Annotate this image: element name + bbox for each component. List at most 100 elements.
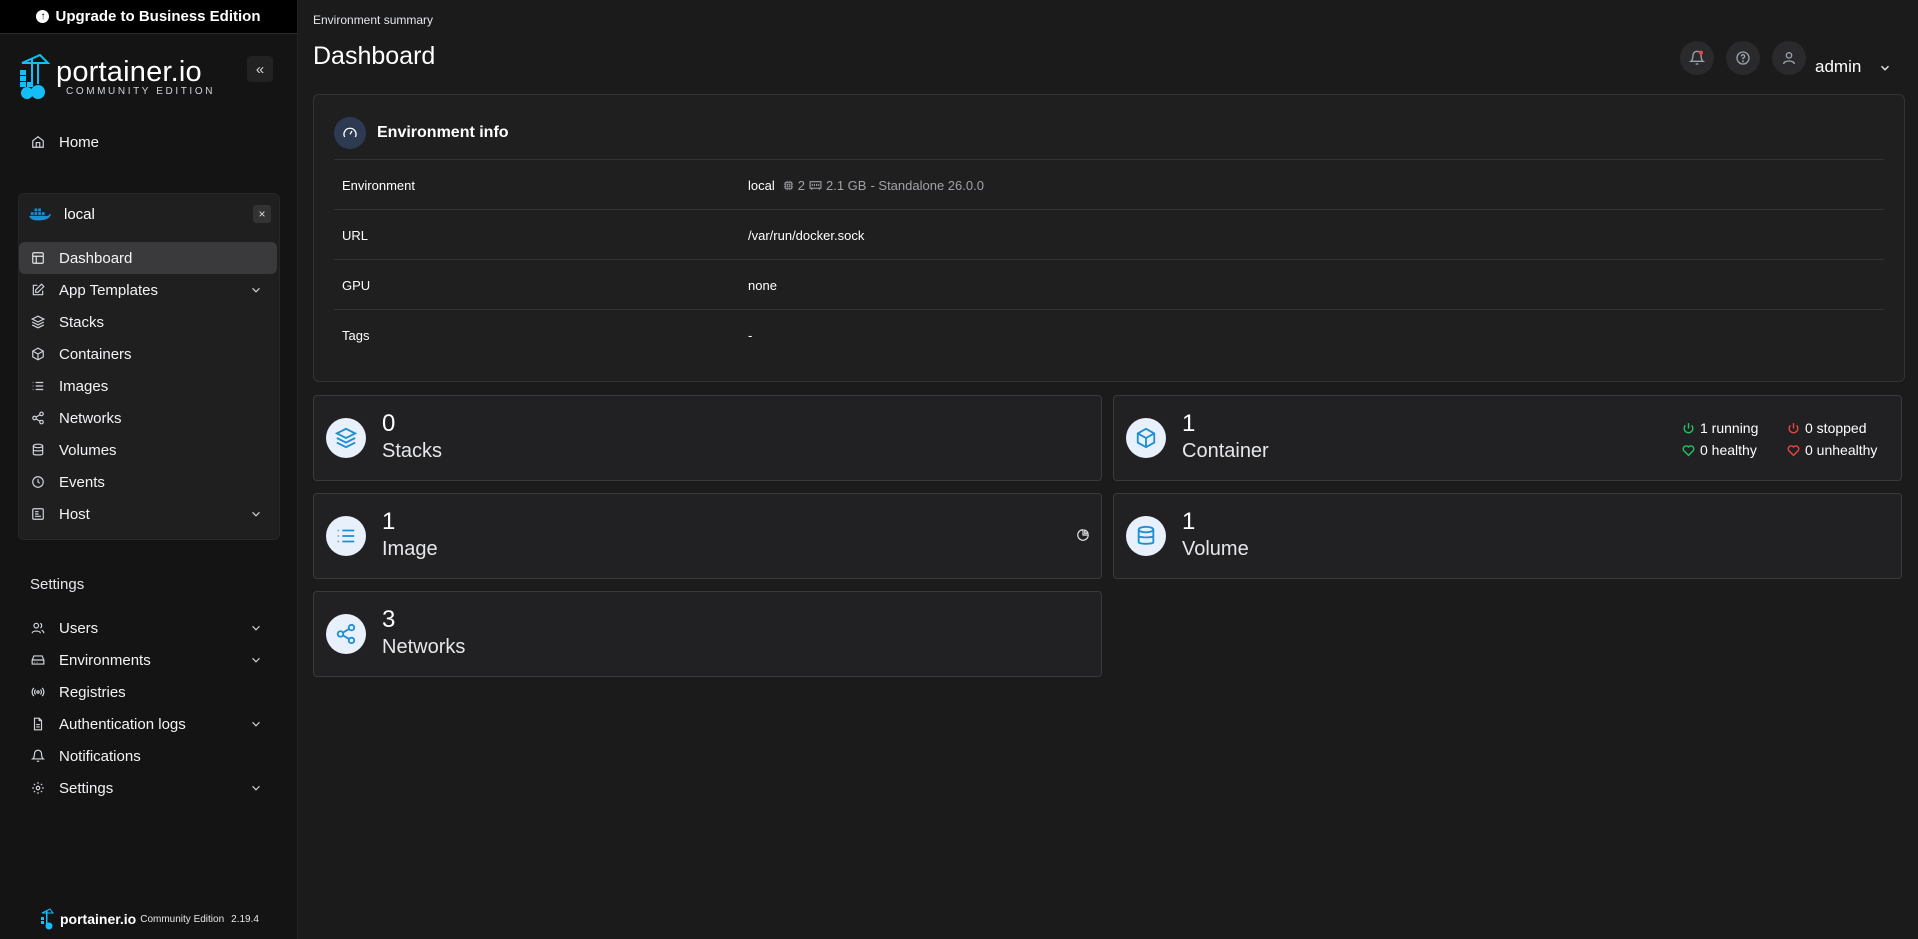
sidebar-item-label: Volumes [59,441,117,459]
sidebar-item-dashboard[interactable]: Dashboard [19,242,277,274]
sidebar-item-label: Authentication logs [59,715,186,733]
sidebar-item-users[interactable]: Users [19,612,277,644]
bell-icon [1689,50,1705,65]
sidebar-item-images[interactable]: Images [19,370,277,402]
images-card[interactable]: 1 Image [313,493,1102,579]
chevrons-left-icon: « [255,60,265,78]
users-icon [29,619,47,637]
sidebar-item-stacks[interactable]: Stacks [19,306,277,338]
user-icon [1783,52,1795,65]
sidebar-item-label: Settings [59,779,114,797]
sidebar-item-events[interactable]: Events [19,466,277,498]
card-label: Networks [382,636,466,658]
sidebar: ↑ Upgrade to Business Edition portainer.… [0,0,298,939]
volumes-card[interactable]: 1 Volume [1113,493,1902,579]
heart-icon [1787,444,1800,456]
brand-edition: COMMUNITY EDITION [66,86,216,97]
database-icon [1126,516,1166,556]
chevron-down-icon [1881,65,1890,71]
chevron-down-icon [252,511,260,517]
containers-card[interactable]: 1 Container 1 running 0 stopped 0 health… [1113,395,1902,481]
help-button[interactable] [1726,41,1760,75]
sidebar-item-label: Registries [59,683,126,701]
collapse-sidebar-button[interactable]: « [247,56,273,82]
notifications-button[interactable] [1680,41,1714,75]
portainer-logo-icon [41,908,54,930]
environment-header: local × [19,194,279,234]
card-label: Volume [1182,538,1249,560]
footer-edition: Community Edition [140,913,225,925]
sidebar-item-label: Networks [59,409,122,427]
networks-card[interactable]: 3 Networks [313,591,1102,677]
running-count: 1 running [1700,420,1759,436]
edit-icon [29,281,47,299]
stopped-status: 0 stopped [1787,420,1867,436]
card-count: 3 [382,606,396,633]
gauge-icon [334,117,366,149]
sidebar-item-volumes[interactable]: Volumes [19,434,277,466]
power-icon [1788,422,1799,433]
settings-heading: Settings [30,576,85,593]
power-icon [1683,422,1694,433]
healthy-count: 0 healthy [1700,442,1757,458]
sidebar-item-settings[interactable]: Settings [19,772,277,804]
cpu-count: 2 [797,178,805,193]
stacks-card[interactable]: 0 Stacks [313,395,1102,481]
info-key: Environment [342,178,415,193]
footer-brand: portainer.io [60,911,137,927]
environment-type: - Standalone 26.0.0 [870,178,984,193]
avatar[interactable] [1772,41,1806,75]
sidebar-item-label: Stacks [59,313,105,331]
brand-logo[interactable]: portainer.io COMMUNITY EDITION « [16,52,281,104]
healthy-status: 0 healthy [1682,442,1757,458]
chevron-down-icon [252,721,260,727]
user-menu[interactable]: admin [1815,57,1892,77]
card-count: 1 [1182,508,1196,535]
dashboard-icon [29,249,47,267]
layers-icon [29,313,47,331]
sidebar-item-authentication-logs[interactable]: Authentication logs [19,708,277,740]
sidebar-item-label: Notifications [59,747,141,765]
box-icon [29,345,47,363]
info-value: local 2 2.1 GB - Standalone 26.0.0 [748,178,984,193]
pie-chart-icon [1077,529,1089,541]
sidebar-item-label: Host [59,505,90,523]
sidebar-item-host[interactable]: Host [19,498,277,530]
info-key: Tags [342,328,370,343]
close-environment-button[interactable]: × [253,205,271,223]
footer-version: 2.19.4 [231,913,259,925]
help-circle-icon [1736,51,1750,65]
card-label: Stacks [382,440,443,462]
memory-icon [809,181,822,190]
host-icon [29,505,47,523]
info-row-tags: Tags - [334,309,1884,360]
card-count: 0 [382,410,396,437]
brand-name: portainer.io [56,56,202,88]
breadcrumb[interactable]: Environment summary [313,13,433,27]
info-row-gpu: GPU none [334,259,1884,310]
sidebar-item-label: Environments [59,651,151,669]
info-value: none [748,278,777,293]
sidebar-item-notifications[interactable]: Notifications [19,740,277,772]
sidebar-item-networks[interactable]: Networks [19,402,277,434]
info-key: GPU [342,278,371,293]
list-icon [29,377,47,395]
sidebar-item-label: Users [59,619,99,637]
close-icon: × [258,207,266,221]
bell-icon [29,747,47,765]
chevron-down-icon [252,657,260,663]
sidebar-item-app-templates[interactable]: App Templates [19,274,277,306]
list-icon [326,516,366,556]
card-label: Image [382,538,438,560]
sidebar-item-registries[interactable]: Registries [19,676,277,708]
info-row-url: URL /var/run/docker.sock [334,209,1884,260]
layers-icon [326,418,366,458]
sidebar-item-home[interactable]: Home [19,126,277,158]
docker-icon [29,208,51,221]
sidebar-item-environments[interactable]: Environments [19,644,277,676]
sidebar-item-containers[interactable]: Containers [19,338,277,370]
card-label: Container [1182,440,1269,462]
upgrade-banner[interactable]: ↑ Upgrade to Business Edition [0,0,297,34]
panel-title: Environment info [377,124,509,141]
unhealthy-count: 0 unhealthy [1805,442,1878,458]
